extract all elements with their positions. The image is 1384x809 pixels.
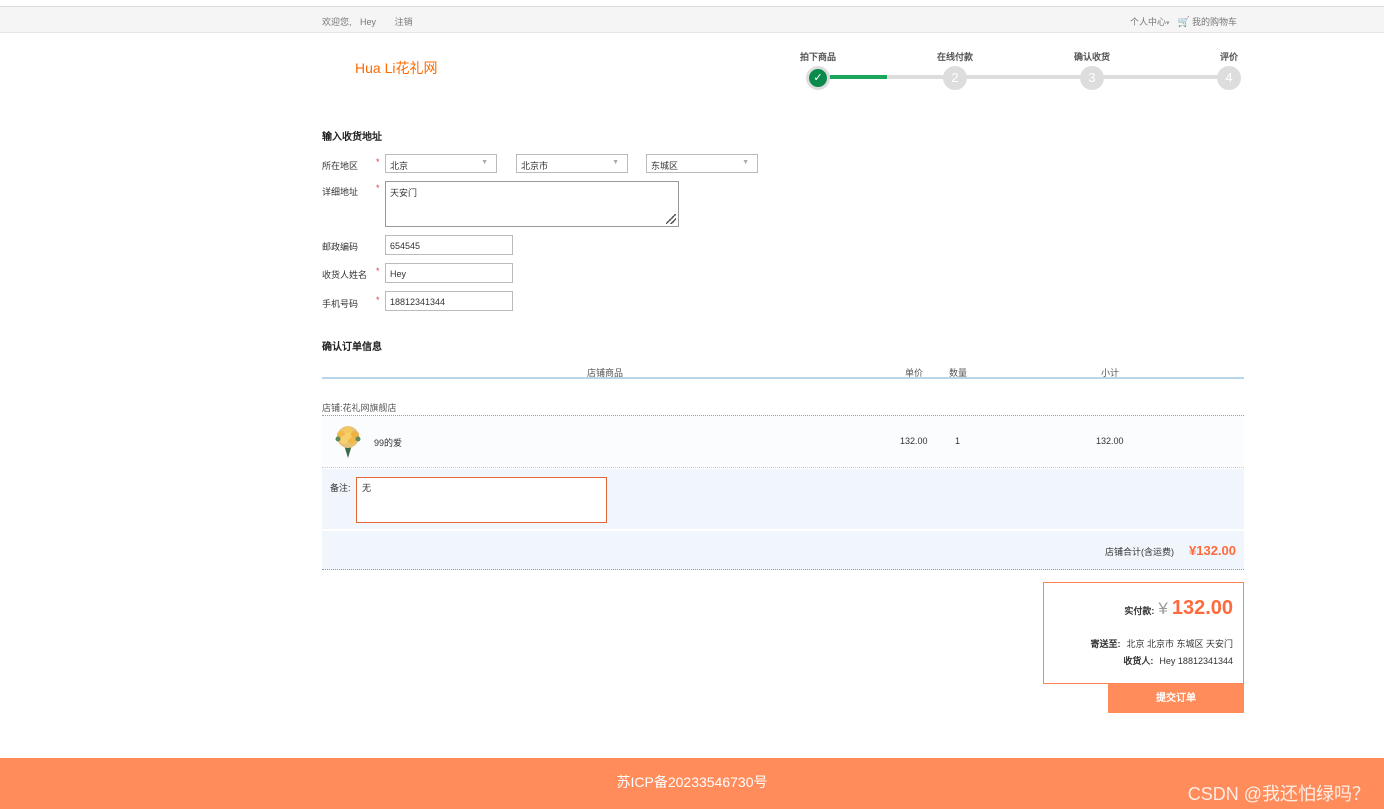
top-bar: 欢迎您, Hey 注销 个人中心▾ 🛒 我的购物车 [0, 7, 1384, 33]
step-dot-4: 4 [1217, 66, 1241, 90]
personal-center-label: 个人中心 [1130, 17, 1167, 27]
chevron-down-icon: ▼ [742, 159, 749, 166]
product-name[interactable]: 99的爱 [374, 436, 402, 449]
cart-label: 我的购物车 [1191, 17, 1237, 27]
step-label-1: 拍下商品 [800, 52, 837, 62]
cart-link[interactable]: 🛒 我的购物车 [1178, 15, 1237, 28]
product-image[interactable] [330, 423, 366, 459]
watermark: CSDN @我还怕绿吗？ [1187, 784, 1370, 804]
ship-to-value: 北京 北京市 东城区 天安门 [1126, 639, 1233, 649]
province-value: 北京 [390, 161, 409, 171]
chevron-down-icon: ▼ [612, 159, 619, 166]
memo-input[interactable]: 无 [356, 477, 607, 523]
footer: 苏ICP备20233546730号 CSDN @我还怕绿吗？ [0, 758, 1384, 809]
receiver-name-input[interactable]: Hey [385, 263, 513, 283]
shop-name: 店铺:花礼网旗舰店 [322, 403, 397, 413]
city-value: 北京市 [521, 161, 549, 171]
step-label-3: 确认收货 [1074, 52, 1111, 62]
step-done-check-icon: ✓ [806, 66, 830, 90]
ship-to-label: 寄送至: [1090, 639, 1121, 649]
step-dot-3: 3 [1080, 66, 1104, 90]
product-subtotal: 132.00 [1096, 436, 1124, 446]
province-select[interactable]: 北京 ▼ [385, 154, 497, 173]
detail-address-label: 详细地址 [322, 187, 359, 197]
ship-to-line: 寄送至: 北京 北京市 东城区 天安门 [1090, 637, 1233, 650]
district-select[interactable]: 东城区 ▼ [646, 154, 758, 173]
chevron-down-icon: ▼ [481, 159, 488, 166]
step-label-4: 评价 [1220, 52, 1239, 62]
pay-label: 实付款: [1124, 606, 1155, 616]
logout-link[interactable]: 注销 [395, 17, 413, 27]
chevron-down-icon: ▾ [1166, 20, 1170, 27]
table-header-divider [322, 377, 1244, 379]
product-price: 132.00 [900, 436, 928, 446]
payment-summary: 实付款: ¥ 132.00 寄送至: 北京 北京市 东城区 天安门 收货人: Hey… [1043, 582, 1244, 684]
detail-address-textarea[interactable]: 天安门 [385, 181, 679, 227]
phone-input[interactable]: 18812341344 [385, 291, 513, 311]
resize-handle-icon[interactable] [666, 214, 676, 224]
district-value: 东城区 [651, 161, 679, 171]
actual-payment: 实付款: ¥ 132.00 [1124, 597, 1233, 620]
required-mark: * [376, 183, 380, 193]
icp-record[interactable]: 苏ICP备20233546730号 [0, 772, 1384, 792]
shop-total-row: 店铺合计(含运费) ¥132.00 [322, 531, 1244, 570]
required-mark: * [376, 157, 380, 167]
user-links: 个人中心▾ 🛒 我的购物车 [1130, 15, 1237, 28]
shop-total-value: ¥132.00 [1189, 543, 1236, 558]
brand-logo[interactable]: Hua Li花礼网 [355, 58, 437, 78]
welcome-area: 欢迎您, Hey 注销 [322, 15, 419, 28]
receiver-value: Hey 18812341344 [1159, 656, 1233, 666]
username: Hey [360, 17, 377, 27]
step-label-2: 在线付款 [937, 52, 974, 62]
cart-icon: 🛒 [1177, 17, 1190, 28]
order-progress: 拍下商品 在线付款 确认收货 评价 ✓ 2 3 4 [800, 50, 1244, 94]
memo-label: 备注: [330, 483, 351, 493]
detail-address-value: 天安门 [390, 188, 418, 198]
memo-row: 备注: 无 [322, 469, 1244, 529]
receiver-line: 收货人: Hey 18812341344 [1123, 654, 1233, 667]
phone-label: 手机号码 [322, 299, 359, 309]
zip-input[interactable]: 654545 [385, 235, 513, 255]
zip-label: 邮政编码 [322, 242, 359, 252]
address-section-title: 输入收货地址 [322, 132, 382, 143]
step-dot-2: 2 [943, 66, 967, 90]
city-select[interactable]: 北京市 ▼ [516, 154, 628, 173]
shop-total-label: 店铺合计(含运费) [1105, 547, 1174, 557]
receiver-name-label: 收货人姓名 [322, 270, 368, 280]
currency-symbol: ¥ [1158, 599, 1168, 618]
receiver-label: 收货人: [1123, 656, 1154, 666]
product-qty: 1 [955, 436, 961, 446]
region-label: 所在地区 [322, 161, 359, 171]
required-mark: * [376, 295, 380, 305]
order-item-row: 99的爱 132.00 1 132.00 [322, 416, 1244, 468]
welcome-text: 欢迎您, [322, 17, 352, 27]
required-mark: * [376, 266, 380, 276]
personal-center-link[interactable]: 个人中心▾ [1130, 15, 1170, 28]
pay-amount: 132.00 [1171, 597, 1233, 619]
submit-order-button[interactable]: 提交订单 [1108, 684, 1244, 713]
order-section-title: 确认订单信息 [322, 342, 382, 353]
